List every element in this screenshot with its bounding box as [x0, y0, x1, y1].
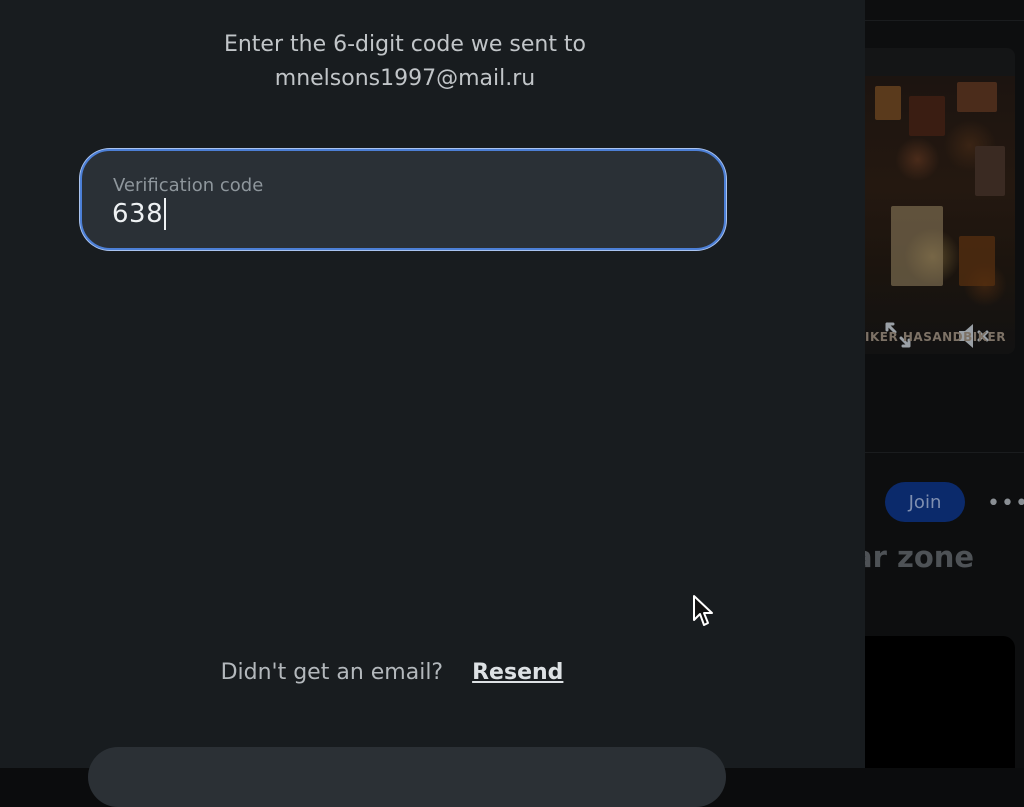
join-button[interactable]: Join	[885, 482, 965, 522]
background-feed: IKER HASANDBIKER Join ••• ar zone	[865, 0, 1024, 768]
mouse-cursor-icon	[693, 595, 713, 626]
feed-divider	[865, 20, 1024, 21]
more-options-icon[interactable]: •••	[987, 493, 1024, 515]
video-scene-detail	[909, 96, 945, 136]
feed-divider	[865, 452, 1024, 453]
resend-prompt: Didn't get an email?	[220, 660, 444, 685]
video-watermark: IKER HASANDBIKER	[865, 330, 1006, 344]
post-title[interactable]: ar zone	[865, 540, 1024, 574]
video-post[interactable]: IKER HASANDBIKER	[865, 48, 1015, 354]
instruction-text: Enter the 6-digit code we sent to mnelso…	[0, 28, 810, 96]
resend-link[interactable]: Resend	[472, 660, 563, 685]
instruction-line: Enter the 6-digit code we sent to	[223, 32, 587, 57]
video-scene-detail	[975, 146, 1005, 196]
verification-code-input[interactable]: 638	[112, 198, 167, 230]
continue-button[interactable]	[88, 747, 726, 807]
video-scene-detail	[957, 82, 997, 112]
video-scene-detail	[891, 206, 943, 286]
text-caret	[164, 198, 167, 230]
video-frame[interactable]	[865, 76, 1015, 354]
resend-row: Didn't get an email? Resend	[0, 660, 784, 685]
video-scene-detail	[875, 86, 901, 120]
post-media[interactable]	[865, 636, 1015, 768]
verification-code-value: 638	[112, 199, 164, 229]
video-scene-detail	[959, 236, 995, 286]
verification-modal: Enter the 6-digit code we sent to mnelso…	[0, 0, 865, 807]
email-address: mnelsons1997@mail.ru	[274, 66, 536, 91]
verification-code-label: Verification code	[113, 175, 264, 196]
video-caption	[869, 54, 1009, 62]
verification-code-field[interactable]: Verification code 638	[80, 149, 726, 250]
